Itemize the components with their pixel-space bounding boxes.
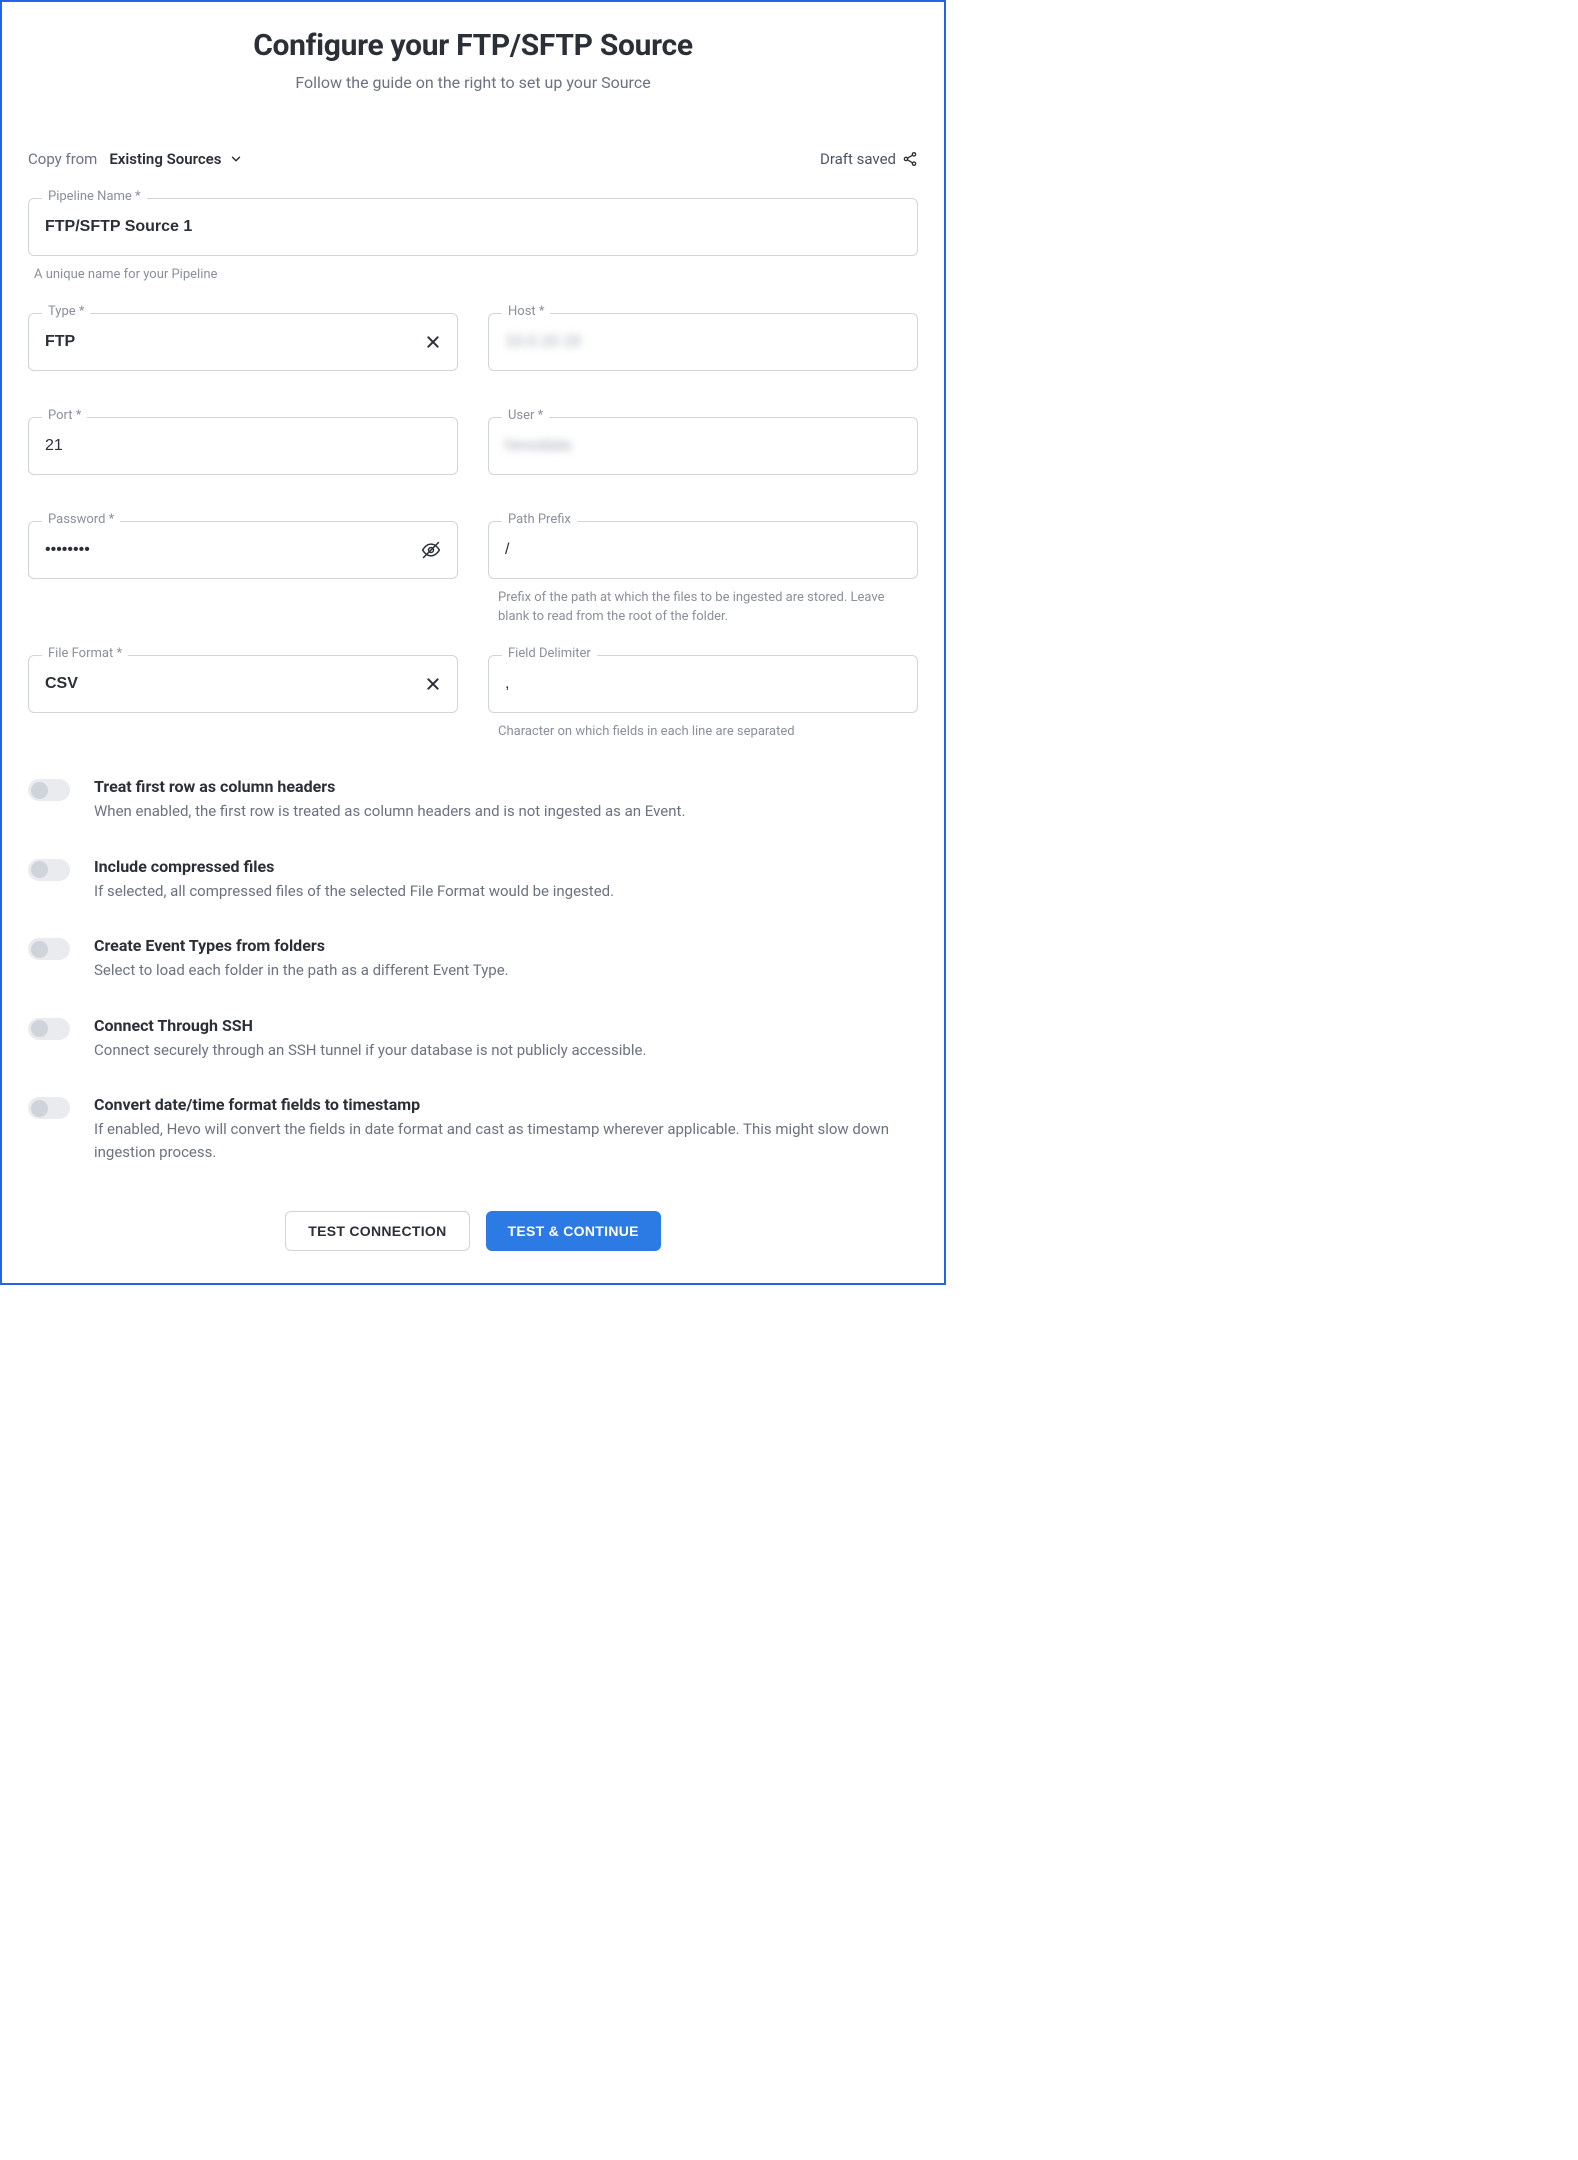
user-input[interactable] [505,418,901,474]
toggle-title: Connect Through SSH [94,1016,646,1035]
clear-type-icon[interactable] [425,334,441,350]
copy-from-selected: Existing Sources [109,150,221,168]
toggle-first-row-headers: Treat first row as column headers When e… [28,777,918,823]
type-field: Type * [28,313,458,371]
field-delimiter-label: Field Delimiter [502,646,597,661]
pipeline-name-helper: A unique name for your Pipeline [28,266,918,285]
toggle-include-compressed: Include compressed files If selected, al… [28,857,918,903]
host-input[interactable] [505,314,901,370]
footer-actions: TEST CONNECTION TEST & CONTINUE [28,1211,918,1251]
toggle-title: Treat first row as column headers [94,777,685,796]
toggle-desc: If enabled, Hevo will convert the fields… [94,1118,918,1163]
toggle-connect-through-ssh: Connect Through SSH Connect securely thr… [28,1016,918,1062]
pipeline-name-input[interactable] [45,199,901,255]
copy-from-label: Copy from [28,150,97,168]
share-icon[interactable] [902,151,918,167]
password-input[interactable] [45,522,413,578]
page-subtitle: Follow the guide on the right to set up … [28,73,918,92]
field-delimiter-field: Field Delimiter Character on which field… [488,655,918,742]
host-label: Host * [502,304,550,319]
switch-convert-datetime[interactable] [28,1097,70,1119]
type-label: Type * [42,304,90,319]
toggle-convert-datetime: Convert date/time format fields to times… [28,1095,918,1163]
field-delimiter-helper: Character on which fields in each line a… [488,723,918,742]
form: Pipeline Name * A unique name for your P… [28,198,918,1251]
file-format-label: File Format * [42,646,128,661]
user-label: User * [502,408,549,423]
switch-include-compressed[interactable] [28,859,70,881]
toggle-desc: If selected, all compressed files of the… [94,880,614,903]
test-and-continue-button[interactable]: TEST & CONTINUE [486,1211,661,1251]
path-prefix-label: Path Prefix [502,512,577,527]
path-prefix-input[interactable] [505,522,901,578]
user-field: User * [488,417,918,475]
test-connection-button[interactable]: TEST CONNECTION [285,1211,469,1251]
toggle-list: Treat first row as column headers When e… [28,777,918,1163]
pipeline-name-label: Pipeline Name * [42,189,147,204]
chevron-down-icon [229,152,243,166]
toggle-desc: Select to load each folder in the path a… [94,959,509,982]
config-panel: Configure your FTP/SFTP Source Follow th… [0,0,946,1285]
field-delimiter-input[interactable] [505,656,901,712]
port-field: Port * [28,417,458,475]
top-bar: Copy from Existing Sources Draft saved [28,150,918,168]
port-label: Port * [42,408,87,423]
clear-file-format-icon[interactable] [425,676,441,692]
toggle-title: Create Event Types from folders [94,936,509,955]
switch-connect-through-ssh[interactable] [28,1018,70,1040]
draft-saved-text: Draft saved [820,150,896,168]
copy-from-dropdown[interactable]: Existing Sources [109,150,243,168]
password-field: Password * [28,521,458,627]
pipeline-name-field: Pipeline Name * A unique name for your P… [28,198,918,285]
toggle-event-types-from-folders: Create Event Types from folders Select t… [28,936,918,982]
toggle-desc: When enabled, the first row is treated a… [94,800,685,823]
file-format-input[interactable] [45,656,417,712]
path-prefix-helper: Prefix of the path at which the files to… [488,589,918,627]
password-label: Password * [42,512,120,527]
switch-first-row-headers[interactable] [28,779,70,801]
eye-off-icon[interactable] [421,540,441,560]
draft-saved-status: Draft saved [820,150,918,168]
switch-event-types-from-folders[interactable] [28,938,70,960]
host-field: Host * [488,313,918,371]
type-input[interactable] [45,314,417,370]
toggle-title: Include compressed files [94,857,614,876]
file-format-field: File Format * [28,655,458,742]
port-input[interactable] [45,418,441,474]
toggle-desc: Connect securely through an SSH tunnel i… [94,1039,646,1062]
page-title: Configure your FTP/SFTP Source [28,28,918,63]
path-prefix-field: Path Prefix Prefix of the path at which … [488,521,918,627]
toggle-title: Convert date/time format fields to times… [94,1095,918,1114]
